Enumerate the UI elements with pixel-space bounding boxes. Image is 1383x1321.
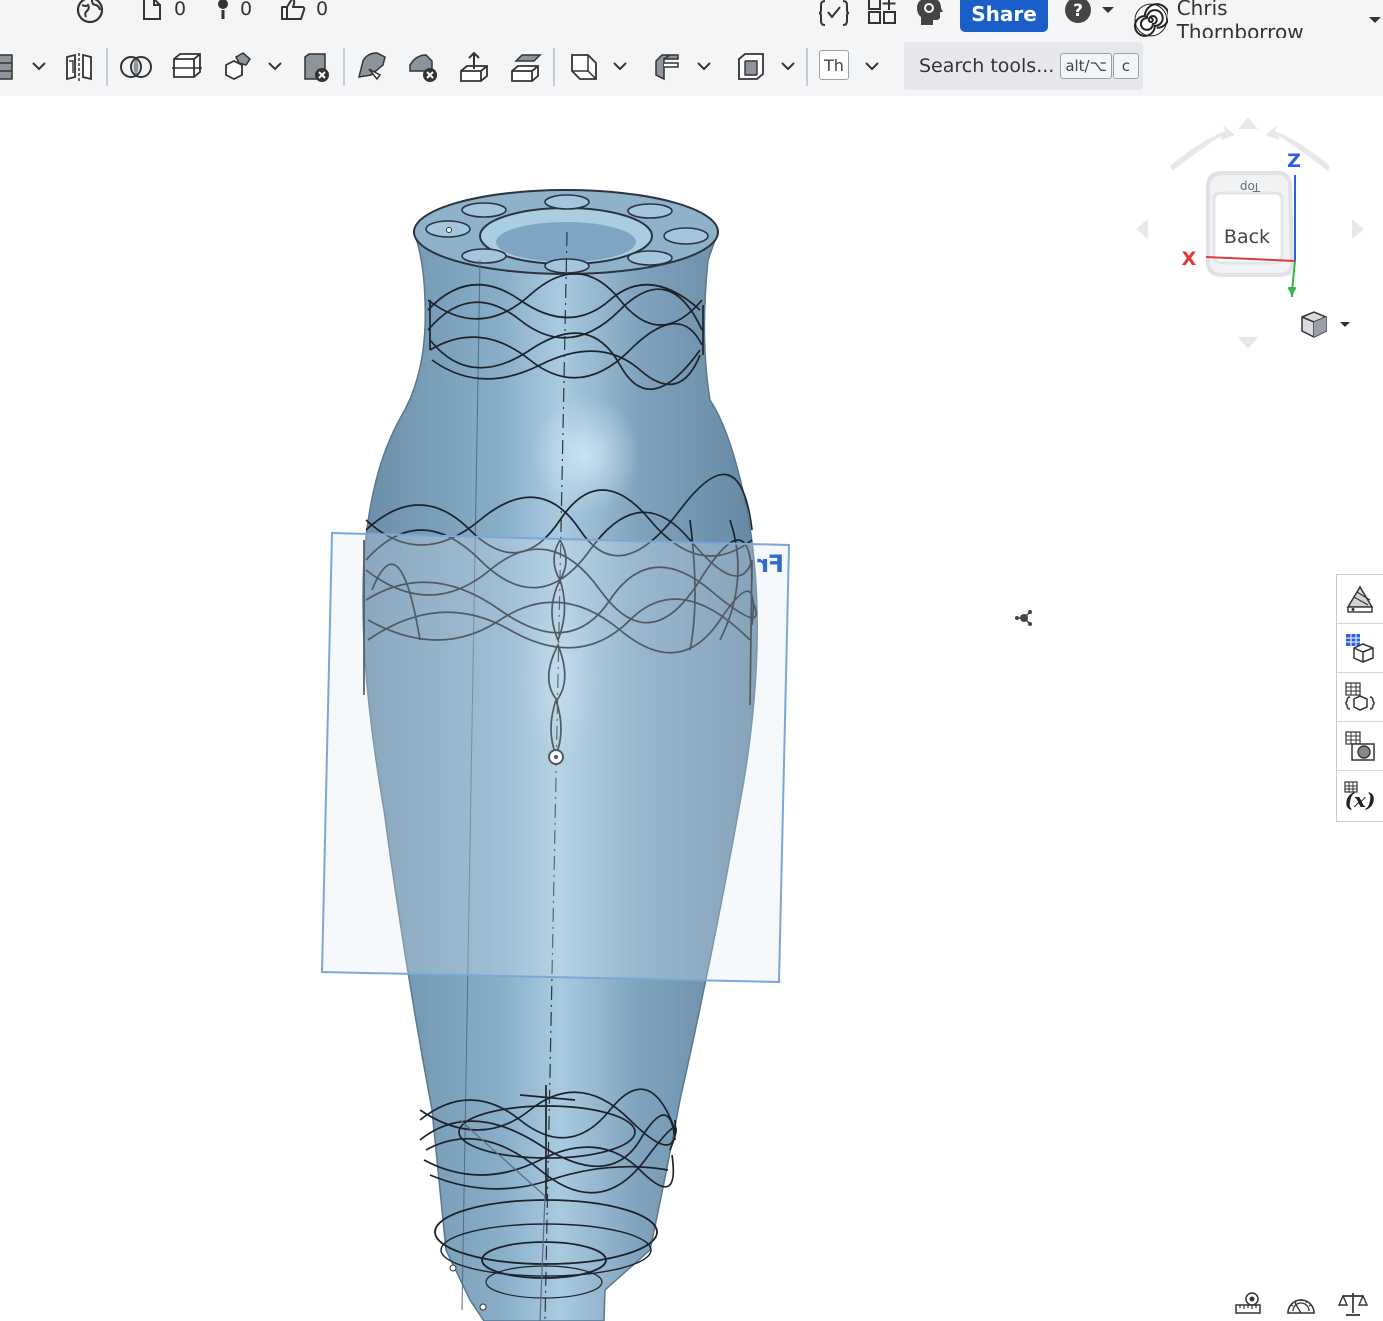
sheet-metal-icon[interactable]: [650, 49, 686, 85]
feature-toolbar: Th Search tools... alt/⌥ c: [0, 38, 1383, 96]
transform-tool-icon[interactable]: [220, 49, 256, 85]
nav-right-arrow-icon: [1352, 219, 1364, 239]
delete-part-icon[interactable]: [298, 49, 334, 85]
svg-text:(x): (x): [1345, 788, 1376, 812]
chevron-down-icon[interactable]: [779, 57, 797, 75]
view-options-menu: [1301, 311, 1350, 338]
replace-face-icon[interactable]: [508, 49, 544, 85]
move-face-icon[interactable]: [457, 49, 493, 85]
front-plane: [320, 531, 791, 984]
likes-count: 0: [316, 0, 329, 20]
app-grid-icon[interactable]: [867, 0, 897, 26]
split-tool-icon[interactable]: [169, 49, 205, 85]
variables-table-button[interactable]: (x): [1337, 771, 1383, 820]
svg-text:?: ?: [1073, 1, 1083, 21]
nav-up-arrow-icon: [1238, 117, 1258, 129]
function-x-icon: (x): [1344, 780, 1376, 812]
chevron-down-icon[interactable]: [266, 57, 284, 75]
toolbar-separator: [806, 48, 808, 86]
toolbar-separator: [106, 48, 108, 86]
caret-down-icon: [1102, 7, 1114, 13]
appearance-icon: [1346, 585, 1374, 613]
chevron-down-icon[interactable]: [863, 57, 881, 75]
cube-top-label: Top: [1240, 180, 1261, 194]
x-axis-label: X: [1182, 248, 1197, 270]
measure-distance-icon[interactable]: [1234, 1291, 1264, 1317]
versions-count: 0: [174, 0, 187, 20]
shortcut-key: c: [1112, 53, 1139, 79]
protractor-icon[interactable]: [1286, 1291, 1316, 1317]
custom-feature-button[interactable]: Th: [819, 50, 849, 80]
delete-face-icon[interactable]: [406, 49, 442, 85]
branches-counter[interactable]: 0: [214, 0, 252, 22]
public-globe-icon[interactable]: [76, 0, 104, 24]
caret-down-icon: [1340, 322, 1350, 327]
graphics-viewport[interactable]: Fr Top Back Z X Y (x): [0, 96, 1383, 1321]
versions-counter[interactable]: 0: [140, 0, 186, 22]
bill-of-materials-button[interactable]: [1337, 624, 1383, 673]
branch-icon: [218, 0, 228, 19]
variables-icon[interactable]: [818, 0, 850, 28]
sketch-tool-icon[interactable]: [0, 49, 30, 85]
shortcut-modifier-key: alt/⌥: [1060, 53, 1112, 79]
top-header: 0 0 0 Share ? Chris Thornborrow: [0, 0, 1383, 44]
branches-count: 0: [240, 0, 253, 20]
modify-fillet-icon[interactable]: [355, 49, 391, 85]
avatar: [1134, 3, 1168, 37]
view-cube[interactable]: Top Back Z X Y: [1130, 111, 1370, 351]
toolbar-separator: [343, 48, 345, 86]
appearance-button[interactable]: [1337, 575, 1383, 624]
mass-properties-scale-icon[interactable]: [1337, 1291, 1369, 1317]
likes-counter[interactable]: 0: [280, 0, 328, 22]
toolbar-separator: [553, 48, 555, 86]
boolean-tool-icon[interactable]: [118, 49, 154, 85]
y-axis-label: Y: [1287, 286, 1297, 300]
render-studio-button[interactable]: [1337, 722, 1383, 771]
chevron-down-icon[interactable]: [695, 57, 713, 75]
nav-down-arrow-icon: [1238, 337, 1258, 349]
plane-label: Fr: [757, 550, 784, 578]
render-icon: [1345, 731, 1375, 761]
nav-left-arrow-icon: [1136, 219, 1148, 239]
share-button[interactable]: Share: [960, 0, 1048, 32]
bom-table-icon: [1346, 634, 1374, 663]
search-placeholder: Search tools...: [919, 55, 1055, 77]
rotate-arrow-icon: [1170, 125, 1235, 171]
help-icon: ?: [1065, 0, 1091, 23]
search-tools-input[interactable]: Search tools... alt/⌥ c: [904, 42, 1143, 90]
configuration-icon: [1345, 682, 1375, 711]
configurations-button[interactable]: [1337, 673, 1383, 722]
caret-down-icon: [1369, 17, 1382, 23]
learning-center-icon[interactable]: [916, 0, 944, 26]
chevron-down-icon[interactable]: [611, 57, 629, 75]
right-tool-panel: (x): [1336, 574, 1383, 822]
thumbs-up-icon: [281, 0, 306, 20]
cube-face-label: Back: [1224, 226, 1270, 248]
help-menu[interactable]: ?: [1064, 0, 1116, 24]
chevron-down-icon[interactable]: [30, 57, 48, 75]
frame-tool-icon[interactable]: [733, 49, 769, 85]
z-axis-label: Z: [1287, 150, 1301, 172]
mate-connector-icon: [1015, 610, 1032, 626]
mirror-tool-icon[interactable]: [61, 49, 97, 85]
document-copy-icon: [143, 0, 161, 20]
plane-tool-icon[interactable]: [566, 49, 602, 85]
